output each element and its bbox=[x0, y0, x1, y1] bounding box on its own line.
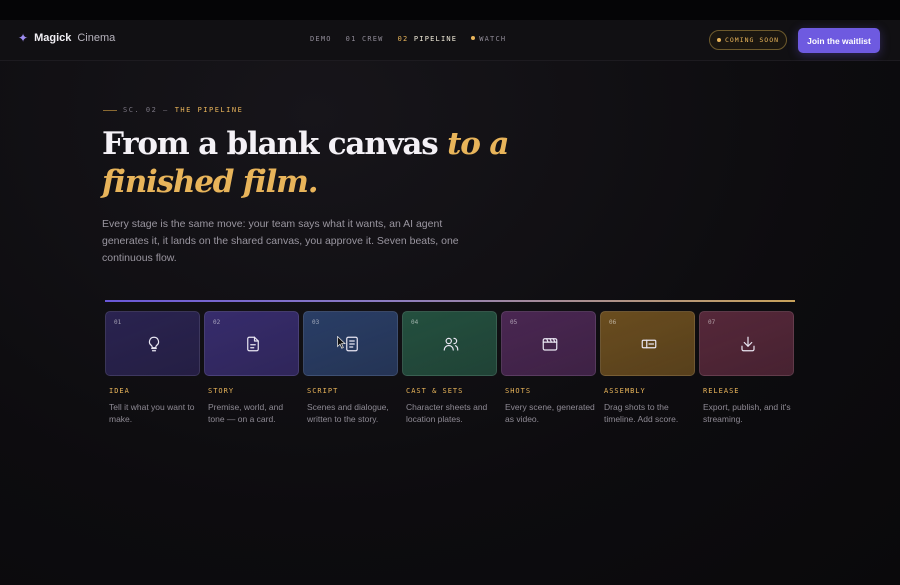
stage-title: STORY bbox=[208, 387, 235, 395]
stage-idea[interactable]: 01 IDEA Tell it what you want to make. bbox=[105, 311, 200, 425]
pipeline-section: SC. 02 — THE PIPELINE From a blank canva… bbox=[0, 61, 900, 585]
stage-description: Premise, world, and tone — on a card. bbox=[208, 402, 284, 424]
stage-assembly[interactable]: 06 ASSEMBLY Drag shots to the timeline. … bbox=[600, 311, 695, 425]
users-icon bbox=[442, 335, 460, 353]
download-icon bbox=[739, 335, 757, 353]
stage-description: Tell it what you want to make. bbox=[109, 402, 195, 424]
coming-soon-badge: COMING SOON bbox=[709, 30, 787, 50]
stage-title: SCRIPT bbox=[307, 387, 339, 395]
brand-name: Magick bbox=[34, 32, 72, 44]
nav-links: DEMO 01 CREW 02 PIPELINE WATCH bbox=[310, 35, 506, 43]
live-dot-icon bbox=[471, 36, 476, 40]
stage-cast-and-sets[interactable]: 04 CAST & SETS Character sheets and loca… bbox=[402, 311, 497, 425]
top-navigation: ✦ Magick Cinema DEMO 01 CREW 02 PIPELINE… bbox=[0, 20, 900, 61]
stage-description: Drag shots to the timeline. Add score. bbox=[604, 402, 679, 424]
lightbulb-icon bbox=[145, 335, 163, 353]
nav-link-pipeline[interactable]: 02 PIPELINE bbox=[398, 35, 458, 43]
nav-link-demo[interactable]: DEMO bbox=[310, 35, 332, 43]
brand-logo[interactable]: ✦ Magick Cinema bbox=[18, 32, 115, 44]
stage-description: Character sheets and location plates. bbox=[406, 402, 488, 424]
stage-shots[interactable]: 05 SHOTS Every scene, generated as video… bbox=[501, 311, 596, 425]
pipeline-progress-line bbox=[105, 300, 795, 302]
stage-release[interactable]: 07 RELEASE Export, publish, and it's str… bbox=[699, 311, 794, 425]
pipeline-stages: 01 IDEA Tell it what you want to make. 0… bbox=[105, 311, 794, 425]
nav-link-crew[interactable]: 01 CREW bbox=[346, 35, 384, 43]
stage-title: RELEASE bbox=[703, 387, 740, 395]
stage-card[interactable]: 05 bbox=[501, 311, 596, 376]
stage-description: Export, publish, and it's streaming. bbox=[703, 402, 791, 424]
brand-subname: Cinema bbox=[77, 32, 116, 44]
stage-card[interactable]: 04 bbox=[402, 311, 497, 376]
document-icon bbox=[244, 335, 262, 353]
stage-description: Every scene, generated as video. bbox=[505, 402, 595, 424]
stage-story[interactable]: 02 STORY Premise, world, and tone — on a… bbox=[204, 311, 299, 425]
stage-card[interactable]: 06 bbox=[600, 311, 695, 376]
section-description: Every stage is the same move: your team … bbox=[102, 218, 459, 264]
eyebrow-divider bbox=[103, 109, 117, 111]
timeline-icon bbox=[640, 335, 658, 353]
stage-card[interactable]: 01 bbox=[105, 311, 200, 376]
window-top-bar bbox=[0, 0, 900, 20]
stage-title: SHOTS bbox=[505, 387, 532, 395]
section-eyebrow: SC. 02 — THE PIPELINE bbox=[103, 106, 243, 114]
clapperboard-icon bbox=[541, 335, 559, 353]
stage-card[interactable]: 07 bbox=[699, 311, 794, 376]
stage-title: ASSEMBLY bbox=[604, 387, 646, 395]
stage-card[interactable]: 02 bbox=[204, 311, 299, 376]
status-dot-icon bbox=[716, 38, 721, 42]
stage-script[interactable]: 03 SCRIPT Scenes and dialogue, written t… bbox=[303, 311, 398, 425]
stage-title: CAST & SETS bbox=[406, 387, 464, 395]
sparkle-icon: ✦ bbox=[18, 31, 29, 45]
stage-title: IDEA bbox=[109, 387, 130, 395]
page-title: From a blank canvas to a finished film. bbox=[102, 126, 509, 200]
join-waitlist-button[interactable]: Join the waitlist bbox=[798, 28, 880, 53]
stage-description: Scenes and dialogue, written to the stor… bbox=[307, 402, 389, 424]
mouse-cursor-icon bbox=[337, 336, 346, 349]
nav-link-watch[interactable]: WATCH bbox=[471, 35, 506, 43]
stage-card[interactable]: 03 bbox=[303, 311, 398, 376]
